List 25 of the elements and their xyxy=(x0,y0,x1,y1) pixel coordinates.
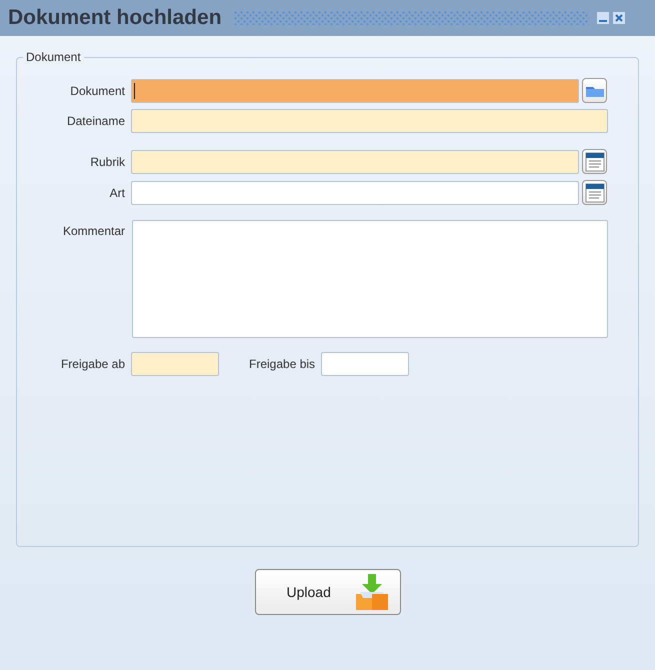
list-icon xyxy=(584,152,604,172)
list-icon xyxy=(584,182,604,202)
field-label: Art xyxy=(108,186,125,200)
date-field[interactable] xyxy=(321,352,410,376)
list-button[interactable] xyxy=(582,180,607,205)
input-field[interactable] xyxy=(131,109,608,133)
field-label: Dateiname xyxy=(66,114,125,128)
field-label: Freigabe ab xyxy=(60,357,125,371)
input-field[interactable] xyxy=(131,180,579,204)
folder-button[interactable] xyxy=(582,78,607,103)
date-field[interactable] xyxy=(131,352,219,376)
field-label: Rubrik xyxy=(89,154,125,168)
minimize-button[interactable] xyxy=(596,12,609,24)
field-label: Freigabe bis xyxy=(249,357,316,371)
input-field[interactable] xyxy=(131,78,579,102)
group-legend: Dokument xyxy=(23,50,84,64)
field-label: Kommentar xyxy=(62,223,125,238)
window-title: Dokument hochladen xyxy=(8,6,222,30)
upload-button[interactable]: Upload xyxy=(254,569,400,615)
field-label: Dokument xyxy=(69,84,125,98)
close-button[interactable] xyxy=(612,12,625,24)
comment-field[interactable] xyxy=(132,220,608,338)
list-button[interactable] xyxy=(582,149,607,174)
input-field[interactable] xyxy=(131,150,579,174)
grip-pattern-icon xyxy=(234,11,589,25)
